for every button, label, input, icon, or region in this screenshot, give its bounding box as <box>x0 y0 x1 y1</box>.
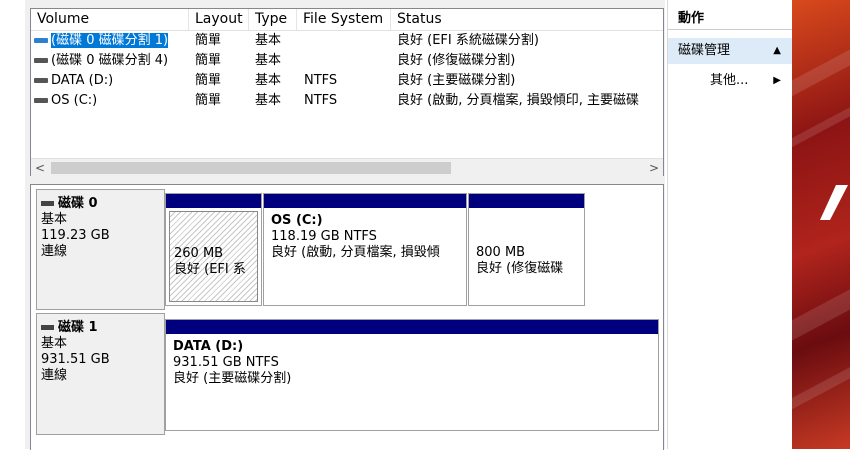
partition-data[interactable]: DATA (D:) 931.51 GB NTFS 良好 (主要磁碟分割) <box>165 319 659 431</box>
actions-section-disk-management[interactable]: 磁碟管理 ▲ <box>668 38 793 64</box>
volume-layout: 簡單 <box>195 93 222 108</box>
partition-name: DATA (D:) <box>173 339 244 354</box>
disk-type: 基本 <box>41 212 68 227</box>
scroll-thumb[interactable] <box>51 162 451 174</box>
disk-1-label[interactable]: 磁碟 1 基本 931.51 GB 連線 <box>36 313 165 435</box>
disk-size: 119.23 GB <box>41 228 110 243</box>
col-header-layout[interactable]: Layout <box>189 9 249 30</box>
pane-splitter[interactable] <box>25 176 665 182</box>
disk-icon <box>41 201 54 206</box>
volume-row[interactable]: (磁碟 0 磁碟分割 1) 簡單 基本 良好 (EFI 系統磁碟分割) <box>31 31 663 51</box>
volume-layout: 簡單 <box>195 53 222 68</box>
partition-status: 良好 (修復磁碟 <box>476 261 564 276</box>
volume-name: DATA (D:) <box>51 73 114 88</box>
partition-name: OS (C:) <box>271 213 323 228</box>
volume-type: 基本 <box>255 93 282 108</box>
partition-recovery[interactable]: 800 MB 良好 (修復磁碟 <box>468 193 585 306</box>
volume-type: 基本 <box>255 33 282 48</box>
partition-efi[interactable]: 260 MB 良好 (EFI 系 <box>165 193 262 306</box>
col-header-file-system[interactable]: File System <box>297 9 391 30</box>
disk-status: 連線 <box>41 368 68 383</box>
brand-logo-icon <box>820 185 848 220</box>
disk-size: 931.51 GB <box>41 352 110 367</box>
disk-0-label[interactable]: 磁碟 0 基本 119.23 GB 連線 <box>36 189 165 310</box>
partition-size: 931.51 GB NTFS <box>173 355 279 370</box>
disk-graphical-view: 磁碟 0 基本 119.23 GB 連線 260 MB 良好 (EFI 系 OS… <box>30 184 664 450</box>
volume-status: 良好 (EFI 系統磁碟分割) <box>397 33 539 48</box>
scroll-left-button[interactable]: < <box>31 159 49 177</box>
volume-status: 良好 (主要磁碟分割) <box>397 73 516 88</box>
disk-status: 連線 <box>41 244 68 259</box>
volume-row[interactable]: OS (C:) 簡單 基本 NTFS 良好 (啟動, 分頁檔案, 損毀傾印, 主… <box>31 91 663 111</box>
volume-list: Volume Layout Type File System Status (磁… <box>30 8 664 178</box>
volume-icon <box>34 38 48 43</box>
partition-os[interactable]: OS (C:) 118.19 GB NTFS 良好 (啟動, 分頁檔案, 損毀傾 <box>263 193 467 306</box>
action-more-label: 其他... <box>710 73 749 88</box>
volume-list-header: Volume Layout Type File System Status <box>31 9 663 31</box>
caret-right-icon: ▶ <box>773 75 781 86</box>
partition-size: 118.19 GB NTFS <box>271 229 377 244</box>
disk-title: 磁碟 1 <box>58 320 98 335</box>
volume-fs: NTFS <box>304 93 338 108</box>
volume-rows: (磁碟 0 磁碟分割 1) 簡單 基本 良好 (EFI 系統磁碟分割) (磁碟 … <box>31 31 663 111</box>
volume-icon <box>34 98 48 103</box>
volume-status: 良好 (修復磁碟分割) <box>397 53 516 68</box>
partition-name <box>174 214 253 230</box>
scroll-right-button[interactable]: > <box>645 159 663 177</box>
volume-layout: 簡單 <box>195 73 222 88</box>
disk-icon <box>41 325 54 330</box>
actions-pane: 動作 磁碟管理 ▲ 其他... ▶ <box>667 0 793 449</box>
volume-type: 基本 <box>255 73 282 88</box>
disk-title: 磁碟 0 <box>58 196 98 211</box>
col-header-type[interactable]: Type <box>249 9 297 30</box>
volume-icon <box>34 58 48 63</box>
partition-size: 800 MB <box>476 245 526 260</box>
volume-layout: 簡單 <box>195 33 222 48</box>
partition-status: 良好 (主要磁碟分割) <box>173 371 292 386</box>
partition-status: 良好 (EFI 系 <box>174 262 246 277</box>
disk-type: 基本 <box>41 336 68 351</box>
volume-fs: NTFS <box>304 73 338 88</box>
action-more[interactable]: 其他... ▶ <box>668 70 793 92</box>
volume-status: 良好 (啟動, 分頁檔案, 損毀傾印, 主要磁碟 <box>397 93 639 108</box>
actions-header: 動作 <box>668 8 793 30</box>
actions-section-label: 磁碟管理 <box>678 43 731 58</box>
caret-up-icon: ▲ <box>773 45 781 56</box>
volume-type: 基本 <box>255 53 282 68</box>
console-tree-pane <box>0 0 26 449</box>
partition-size: 260 MB <box>174 246 224 261</box>
volume-name: (磁碟 0 磁碟分割 4) <box>51 53 169 68</box>
partition-name <box>476 213 577 229</box>
col-header-volume[interactable]: Volume <box>31 9 189 30</box>
desktop-wallpaper <box>792 0 850 449</box>
volume-row[interactable]: DATA (D:) 簡單 基本 NTFS 良好 (主要磁碟分割) <box>31 71 663 91</box>
col-header-status[interactable]: Status <box>391 9 663 30</box>
main-pane: Volume Layout Type File System Status (磁… <box>25 0 665 450</box>
volume-row[interactable]: (磁碟 0 磁碟分割 4) 簡單 基本 良好 (修復磁碟分割) <box>31 51 663 71</box>
volume-icon <box>34 78 48 83</box>
volume-name: (磁碟 0 磁碟分割 1) <box>51 33 169 48</box>
partition-status: 良好 (啟動, 分頁檔案, 損毀傾 <box>271 245 440 260</box>
volume-name: OS (C:) <box>51 93 98 108</box>
horizontal-scrollbar[interactable]: < > <box>31 158 663 177</box>
